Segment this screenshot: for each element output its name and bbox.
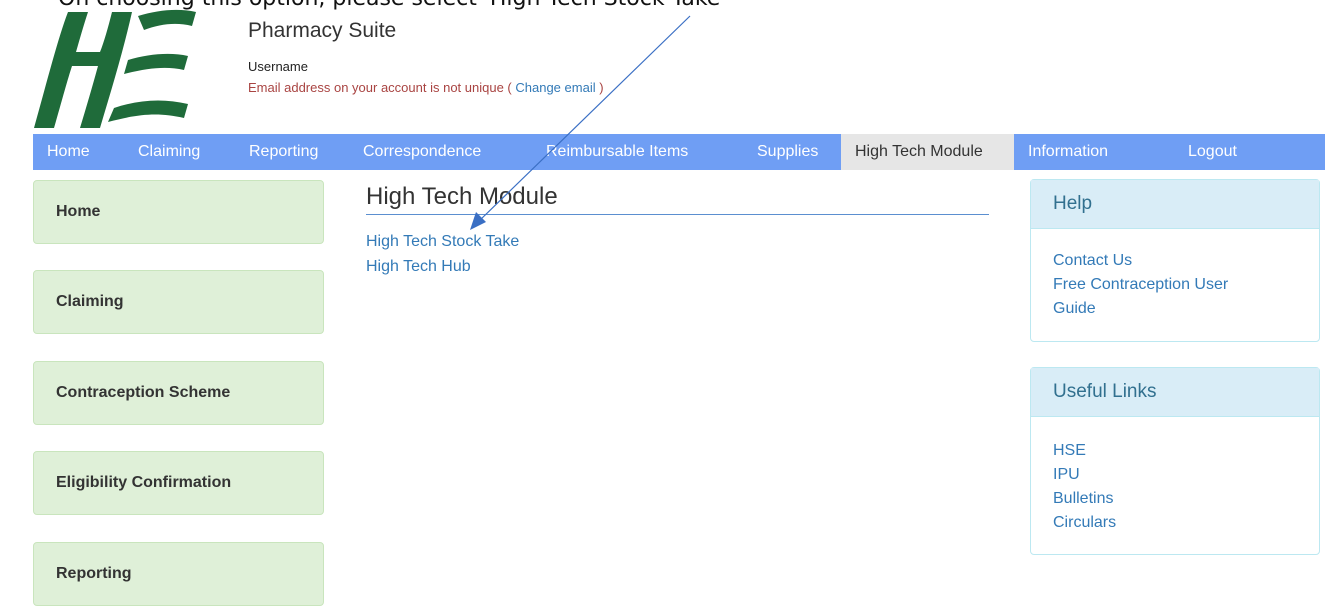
annotation-arrow xyxy=(470,15,691,230)
arrow-head-icon xyxy=(470,212,486,230)
